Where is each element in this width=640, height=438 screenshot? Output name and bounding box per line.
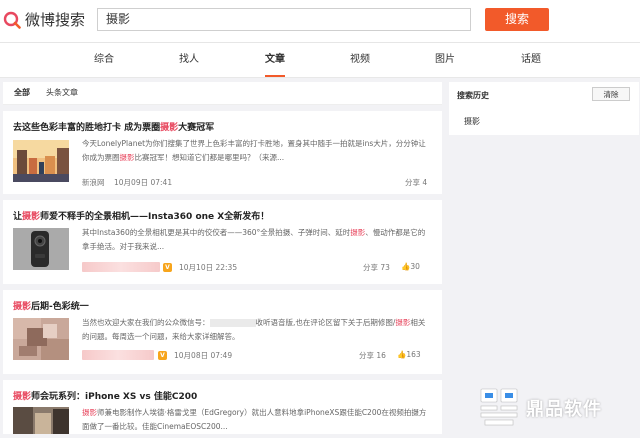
tab-videos[interactable]: 视频 — [350, 43, 370, 77]
article-title[interactable]: 摄影后期-色彩统一 — [13, 299, 89, 312]
verified-badge-icon: V — [163, 263, 172, 272]
article-title[interactable]: 去这些色彩丰富的胜地打卡 成为票圈摄影大赛冠军 — [13, 120, 214, 133]
article-subtabs: 全部 头条文章 — [3, 82, 442, 105]
article-thumbnail[interactable] — [13, 407, 69, 434]
verified-badge-icon: V — [158, 351, 167, 360]
search-input[interactable]: 摄影 — [97, 8, 471, 31]
share-count[interactable]: 分享 73 — [363, 262, 390, 273]
article-title[interactable]: 让摄影师爱不释手的全景相机——Insta360 one X全新发布！ — [13, 209, 269, 222]
article-date: 10月08日 07:49 — [174, 351, 233, 360]
tab-topics[interactable]: 话题 — [521, 43, 541, 77]
watermark-text: 鼎品软件 — [526, 399, 602, 420]
article-excerpt: 摄影师兼电影制作人埃德·格雷戈里（EdGregory）就出人意料地拿iPhone… — [82, 408, 427, 431]
article-thumbnail[interactable] — [13, 140, 69, 182]
share-count[interactable]: 分享 4 — [405, 177, 427, 188]
article-source[interactable]: 新浪网 — [82, 177, 105, 188]
tab-people[interactable]: 找人 — [179, 43, 199, 77]
subtab-all[interactable]: 全部 — [14, 82, 30, 104]
tab-articles[interactable]: 文章 — [265, 43, 285, 77]
article-date: 10月09日 07:41 — [114, 178, 173, 187]
history-item[interactable]: 摄影 — [464, 116, 480, 127]
article-card[interactable]: 去这些色彩丰富的胜地打卡 成为票圈摄影大赛冠军 今天LonelyPlanet为你… — [3, 111, 442, 194]
search-button[interactable]: 搜索 — [485, 8, 549, 31]
logo-text: 微博搜索 — [25, 11, 86, 29]
article-excerpt: 当然也欢迎大家在我们的公众微信号： 收听语音版,也在评论区留下关于后期修图/摄影相… — [82, 318, 426, 341]
weibo-search-logo[interactable]: 微博搜索 — [3, 9, 85, 30]
article-list: 全部 头条文章 去这些色彩丰富的胜地打卡 成为票圈摄影大赛冠军 今天Lonely… — [3, 82, 442, 434]
tab-comprehensive[interactable]: 综合 — [94, 43, 114, 77]
like-button[interactable]: 👍163 — [397, 350, 421, 359]
blurred-account-name — [209, 319, 256, 327]
search-history-title: 搜索历史 — [457, 91, 489, 100]
article-date: 10月10日 22:35 — [179, 263, 238, 272]
article-excerpt: 今天LonelyPlanet为你们搜集了世界上色彩丰富的打卡胜地，置身其中随手一… — [82, 139, 426, 162]
blurred-author-name — [82, 262, 160, 272]
like-button[interactable]: 👍30 — [401, 262, 420, 271]
watermark: 鼎品软件 — [477, 385, 637, 429]
share-count[interactable]: 分享 16 — [359, 350, 386, 361]
article-thumbnail[interactable] — [13, 318, 69, 360]
search-history-panel: 搜索历史 清除 摄影 — [449, 82, 639, 135]
article-card[interactable]: 摄影后期-色彩统一 当然也欢迎大家在我们的公众微信号： 收听语音版,也在评论区留下… — [3, 290, 442, 374]
category-tabs: 综合 找人 文章 视频 图片 话题 — [0, 43, 640, 78]
thumbs-up-icon: 👍 — [401, 262, 411, 271]
article-title[interactable]: 摄影师会玩系列：iPhone XS vs 佳能C200 — [13, 389, 197, 402]
clear-history-button[interactable]: 清除 — [592, 87, 630, 101]
watermark-logo-icon — [480, 388, 518, 426]
magnifier-logo-icon — [3, 11, 21, 29]
blurred-author-name — [82, 350, 154, 360]
thumbs-up-icon: 👍 — [397, 350, 407, 359]
tab-images[interactable]: 图片 — [435, 43, 455, 77]
article-excerpt: 其中Insta360的全景相机更是其中的佼佼者——360°全景拍摄、子弹时间、延… — [82, 228, 426, 251]
subtab-headline-articles[interactable]: 头条文章 — [46, 82, 78, 104]
article-thumbnail[interactable] — [13, 228, 69, 270]
article-card[interactable]: 让摄影师爱不释手的全景相机——Insta360 one X全新发布！ 其中Ins… — [3, 200, 442, 284]
top-bar: 微博搜索 摄影 搜索 — [0, 0, 640, 43]
article-card[interactable]: 摄影师会玩系列：iPhone XS vs 佳能C200 摄影师兼电影制作人埃德·… — [3, 380, 442, 434]
